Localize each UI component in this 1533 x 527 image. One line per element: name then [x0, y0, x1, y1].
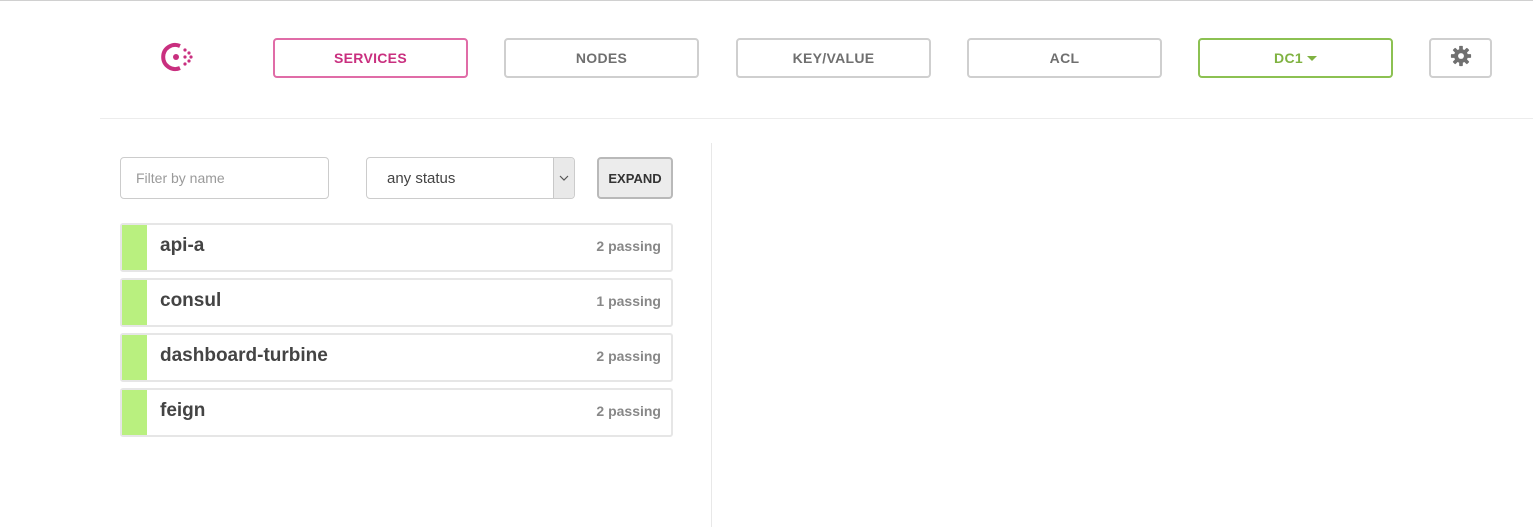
- header-divider: [100, 118, 1533, 119]
- expand-button[interactable]: EXPAND: [597, 157, 673, 199]
- nav-keyvalue-label: KEY/VALUE: [792, 50, 875, 66]
- nav-acl-label: ACL: [1049, 50, 1080, 66]
- datacenter-label: DC1: [1274, 50, 1303, 66]
- health-status-bar: [122, 335, 147, 380]
- top-border-line: [0, 0, 1533, 1]
- service-name: dashboard-turbine: [160, 345, 328, 366]
- service-checks: 2 passing: [596, 238, 661, 254]
- service-row-api-a[interactable]: api-a 2 passing: [120, 223, 673, 272]
- service-checks: 2 passing: [596, 348, 661, 364]
- nav-nodes-button[interactable]: NODES: [504, 38, 699, 78]
- nav-nodes-label: NODES: [575, 50, 628, 66]
- nav-acl-button[interactable]: ACL: [967, 38, 1162, 78]
- settings-button[interactable]: [1429, 38, 1492, 78]
- gear-icon: [1450, 45, 1472, 72]
- nav-keyvalue-button[interactable]: KEY/VALUE: [736, 38, 931, 78]
- expand-label: EXPAND: [608, 170, 662, 186]
- nav-services-button[interactable]: SERVICES: [273, 38, 468, 78]
- nav-services-label: SERVICES: [334, 50, 407, 66]
- chevron-down-icon[interactable]: [553, 158, 574, 198]
- service-row-consul[interactable]: consul 1 passing: [120, 278, 673, 327]
- health-status-bar: [122, 225, 147, 270]
- service-list: api-a 2 passing consul 1 passing dashboa…: [120, 223, 673, 443]
- service-row-dashboard-turbine[interactable]: dashboard-turbine 2 passing: [120, 333, 673, 382]
- service-name: consul: [160, 290, 222, 311]
- panel-divider: [711, 143, 712, 527]
- service-name: api-a: [160, 235, 205, 256]
- service-name: feign: [160, 400, 206, 421]
- health-status-bar: [122, 390, 147, 435]
- caret-down-icon: [1306, 55, 1317, 61]
- filter-by-name-input[interactable]: [120, 157, 329, 199]
- datacenter-dropdown-button[interactable]: DC1: [1198, 38, 1393, 78]
- service-checks: 1 passing: [596, 293, 661, 309]
- status-select-value: any status: [387, 170, 456, 187]
- health-status-bar: [122, 280, 147, 325]
- service-checks: 2 passing: [596, 403, 661, 419]
- consul-logo-icon[interactable]: [158, 40, 198, 74]
- status-filter-select[interactable]: any status: [366, 157, 575, 199]
- service-row-feign[interactable]: feign 2 passing: [120, 388, 673, 437]
